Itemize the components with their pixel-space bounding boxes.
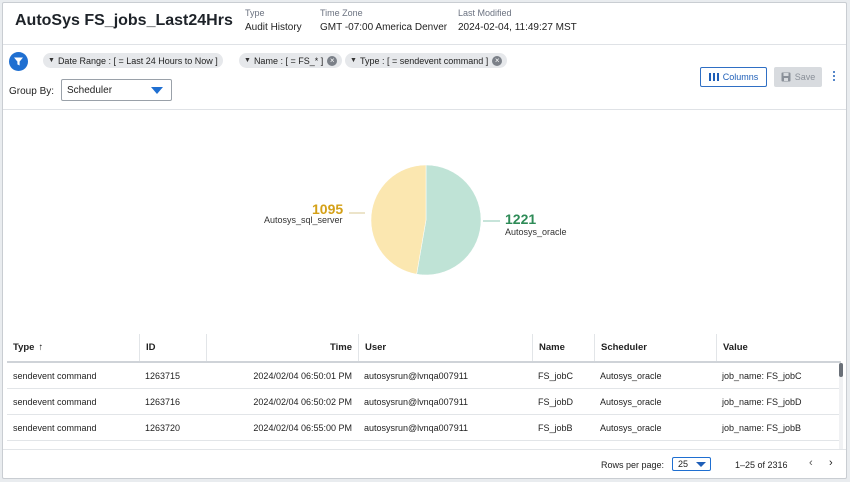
filter-button[interactable] bbox=[9, 52, 28, 71]
column-header-type[interactable]: Type ↑ bbox=[7, 334, 139, 361]
floppy-disk-icon bbox=[781, 72, 791, 82]
previous-page-icon[interactable]: ‹ bbox=[809, 457, 813, 469]
last-modified-value: 2024-02-04, 11:49:27 MST bbox=[458, 22, 577, 33]
type-meta: Type Audit History bbox=[245, 8, 302, 33]
cell-value: job_name: FS_jobC bbox=[722, 370, 802, 381]
filter-chip-date-range[interactable]: ▼ Date Range : [ = Last 24 Hours to Now … bbox=[43, 53, 223, 68]
columns-icon bbox=[708, 73, 719, 81]
cell-value: job_name: FS_jobB bbox=[722, 422, 802, 433]
pie-chart: 1095 Autosys_sql_server 1221 Autosys_ora… bbox=[3, 110, 846, 332]
chevron-down-icon bbox=[696, 462, 706, 467]
rows-per-page-label: Rows per page: bbox=[601, 460, 665, 470]
oracle-label: Autosys_oracle bbox=[505, 227, 567, 237]
group-by-select[interactable]: Scheduler bbox=[61, 79, 172, 101]
report-window: AutoSys FS_jobs_Last24Hrs Type Audit His… bbox=[2, 2, 847, 479]
column-header-id[interactable]: ID bbox=[139, 334, 206, 361]
cell-type: sendevent command bbox=[13, 422, 97, 433]
cell-value: job_name: FS_jobD bbox=[722, 396, 802, 407]
caret-down-icon: ▼ bbox=[48, 57, 55, 64]
rows-per-page-value: 25 bbox=[678, 459, 689, 469]
report-header: AutoSys FS_jobs_Last24Hrs Type Audit His… bbox=[3, 3, 846, 45]
column-header-user[interactable]: User bbox=[358, 334, 532, 361]
column-header-time[interactable]: Time bbox=[206, 334, 358, 361]
save-button[interactable]: Save bbox=[774, 67, 822, 87]
more-options-icon[interactable] bbox=[832, 71, 836, 83]
last-modified-meta: Last Modified 2024-02-04, 11:49:27 MST bbox=[458, 8, 577, 33]
page-title: AutoSys FS_jobs_Last24Hrs bbox=[15, 12, 233, 29]
cell-user: autosysrun@lvnqa007911 bbox=[364, 396, 469, 407]
pie-slice-autosys-sql-server[interactable] bbox=[370, 164, 427, 275]
timezone-label: Time Zone bbox=[320, 8, 363, 18]
column-header-name[interactable]: Name bbox=[532, 334, 594, 361]
last-modified-label: Last Modified bbox=[458, 8, 512, 18]
table-scrollbar[interactable] bbox=[839, 363, 843, 449]
sort-ascending-icon: ↑ bbox=[38, 342, 44, 353]
cell-time: 2024/02/04 06:50:02 PM bbox=[253, 396, 352, 407]
table-row[interactable]: sendevent command 1263716 2024/02/04 06:… bbox=[7, 389, 841, 415]
timezone-value: GMT -07:00 America Denver bbox=[320, 22, 448, 33]
remove-filter-icon[interactable]: × bbox=[327, 55, 338, 66]
column-header-scheduler[interactable]: Scheduler bbox=[594, 334, 716, 361]
filter-chip-label: Name : [ = FS_* ] bbox=[253, 55, 324, 66]
filter-chip-name[interactable]: ▼ Name : [ = FS_* ] × bbox=[239, 53, 343, 68]
save-button-label: Save bbox=[794, 72, 816, 82]
cell-user: autosysrun@lvnqa007911 bbox=[364, 422, 469, 433]
table-row[interactable]: sendevent command 1263715 2024/02/04 06:… bbox=[7, 363, 841, 389]
table-row[interactable]: sendevent command 1263720 2024/02/04 06:… bbox=[7, 415, 841, 441]
type-label: Type bbox=[245, 8, 265, 18]
columns-button-label: Columns bbox=[722, 72, 759, 82]
cell-type: sendevent command bbox=[13, 396, 97, 407]
filter-chip-label: Date Range : [ = Last 24 Hours to Now ] bbox=[57, 55, 218, 66]
funnel-icon bbox=[14, 57, 23, 66]
filter-chip-type[interactable]: ▼ Type : [ = sendevent command ] × bbox=[345, 53, 508, 68]
chevron-down-icon bbox=[151, 87, 163, 94]
cell-scheduler: Autosys_oracle bbox=[600, 396, 662, 407]
scrollbar-thumb[interactable] bbox=[839, 363, 843, 377]
type-value: Audit History bbox=[245, 22, 302, 33]
cell-id: 1263715 bbox=[145, 370, 181, 381]
rows-per-page-select[interactable]: 25 bbox=[672, 457, 711, 471]
cell-time: 2024/02/04 06:50:01 PM bbox=[253, 370, 352, 381]
cell-id: 1263720 bbox=[145, 422, 181, 433]
sql-server-label: Autosys_sql_server bbox=[264, 215, 343, 225]
oracle-value: 1221 bbox=[505, 211, 537, 227]
remove-filter-icon[interactable]: × bbox=[492, 55, 503, 66]
group-by-label: Group By: bbox=[9, 86, 55, 97]
table-header-row: Type ↑ ID Time User Name Scheduler Value bbox=[7, 334, 841, 363]
cell-name: FS_jobB bbox=[538, 422, 573, 433]
caret-down-icon: ▼ bbox=[350, 57, 357, 64]
cell-user: autosysrun@lvnqa007911 bbox=[364, 370, 469, 381]
timezone-meta: Time Zone GMT -07:00 America Denver bbox=[320, 8, 447, 33]
column-header-value[interactable]: Value bbox=[716, 334, 841, 361]
pie-slice-autosys-oracle[interactable] bbox=[416, 164, 482, 276]
filter-chip-label: Type : [ = sendevent command ] bbox=[359, 55, 489, 66]
cell-id: 1263716 bbox=[145, 396, 181, 407]
cell-name: FS_jobD bbox=[538, 396, 574, 407]
pie-svg bbox=[349, 164, 500, 276]
caret-down-icon: ▼ bbox=[244, 57, 251, 64]
cell-type: sendevent command bbox=[13, 370, 97, 381]
pagination-bar: Rows per page: 25 1–25 of 2316 ‹ › bbox=[3, 449, 846, 479]
cell-name: FS_jobC bbox=[538, 370, 574, 381]
group-by-value: Scheduler bbox=[67, 84, 113, 96]
columns-button[interactable]: Columns bbox=[700, 67, 767, 87]
cell-time: 2024/02/04 06:55:00 PM bbox=[253, 422, 352, 433]
cell-scheduler: Autosys_oracle bbox=[600, 370, 662, 381]
next-page-icon[interactable]: › bbox=[829, 457, 833, 469]
page-range: 1–25 of 2316 bbox=[735, 460, 788, 470]
cell-scheduler: Autosys_oracle bbox=[600, 422, 662, 433]
